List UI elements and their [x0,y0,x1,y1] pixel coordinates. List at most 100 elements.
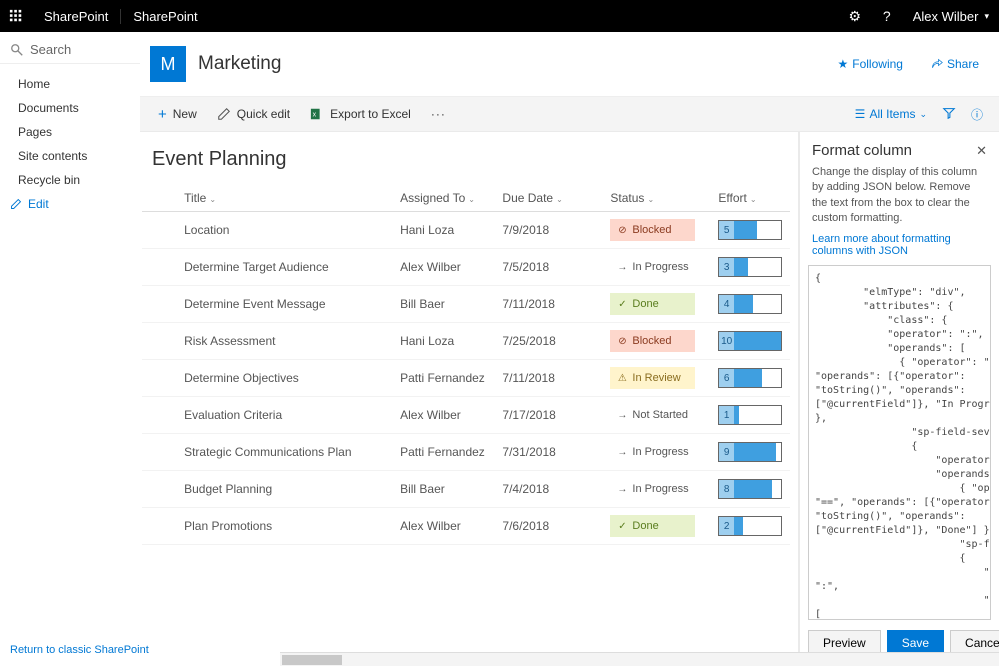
excel-icon: x [310,107,324,121]
site-logo[interactable]: M [150,46,186,82]
col-header-due[interactable]: Due Date⌄ [494,185,602,212]
filter-icon[interactable] [935,106,963,123]
status-icon: ✓ [616,299,628,310]
status-badge: →In Progress [610,256,695,278]
share-icon [931,58,943,70]
status-icon: → [616,447,628,458]
cell-title: Determine Objectives [176,360,392,397]
cell-due: 7/6/2018 [494,508,602,545]
search-placeholder: Search [30,42,71,57]
site-header: M Marketing ★ Following Share [140,32,999,96]
cell-due: 7/25/2018 [494,323,602,360]
status-badge: ✓Done [610,293,695,315]
chevron-down-icon: ▾ [984,11,989,22]
nav-home[interactable]: Home [0,72,140,96]
status-icon: ⚠ [616,373,628,384]
status-badge: →Not Started [610,404,695,426]
nav-documents[interactable]: Documents [0,96,140,120]
effort-bar: 9 [718,442,782,462]
left-nav: Search Home Documents Pages Site content… [0,32,140,666]
cell-title: Location [176,212,392,249]
search-box[interactable]: Search [0,36,140,64]
cell-due: 7/11/2018 [494,360,602,397]
table-row[interactable]: LocationHani Loza7/9/2018⊘Blocked5 [142,212,790,249]
scrollbar-thumb[interactable] [282,655,342,665]
help-icon[interactable]: ? [871,8,903,24]
table-row[interactable]: Strategic Communications PlanPatti Ferna… [142,434,790,471]
status-badge: ⊘Blocked [610,330,695,352]
effort-bar: 4 [718,294,782,314]
cell-title: Strategic Communications Plan [176,434,392,471]
chevron-down-icon: ⌄ [919,109,927,120]
gear-icon[interactable]: ⚙ [839,8,871,25]
app-name[interactable]: SharePoint [32,9,120,24]
cell-due: 7/31/2018 [494,434,602,471]
close-icon[interactable]: ✕ [976,143,987,159]
col-header-title[interactable]: Title⌄ [176,185,392,212]
cell-title: Risk Assessment [176,323,392,360]
cell-assigned: Patti Fernandez [392,434,494,471]
nav-list: Home Documents Pages Site contents Recyc… [0,64,140,224]
cell-assigned: Hani Loza [392,323,494,360]
info-icon[interactable]: ⓘ [963,106,991,123]
cell-title: Evaluation Criteria [176,397,392,434]
nav-site-contents[interactable]: Site contents [0,144,140,168]
plus-icon: + [158,106,167,123]
table-row[interactable]: Determine Target AudienceAlex Wilber7/5/… [142,249,790,286]
effort-bar: 3 [718,257,782,277]
quick-edit-button[interactable]: Quick edit [207,107,300,121]
table-header-row: Title⌄ Assigned To⌄ Due Date⌄ Status⌄ Ef… [142,185,790,212]
cell-assigned: Patti Fernandez [392,360,494,397]
more-button[interactable]: ··· [421,107,456,121]
cell-title: Plan Promotions [176,508,392,545]
table-row[interactable]: Budget PlanningBill Baer7/4/2018→In Prog… [142,471,790,508]
status-icon: ✓ [616,521,628,532]
nav-edit[interactable]: Edit [0,192,140,216]
table-row[interactable]: Risk AssessmentHani Loza7/25/2018 ⊘Blocke… [142,323,790,360]
cell-assigned: Alex Wilber [392,397,494,434]
table-row[interactable]: Plan PromotionsAlex Wilber7/6/2018✓Done2 [142,508,790,545]
cell-due: 7/11/2018 [494,286,602,323]
horizontal-scrollbar[interactable] [280,652,999,666]
export-excel-button[interactable]: x Export to Excel [300,107,421,121]
cell-due: 7/5/2018 [494,249,602,286]
status-badge: ⊘Blocked [610,219,695,241]
format-column-panel: Format column ✕ Change the display of th… [799,132,999,666]
effort-bar: 10 [718,331,782,351]
command-bar: + New Quick edit x Export to Excel ··· ☰… [140,96,999,132]
follow-button[interactable]: ★ Following [838,57,903,71]
effort-bar: 5 [718,220,782,240]
cell-assigned: Alex Wilber [392,249,494,286]
col-header-status[interactable]: Status⌄ [602,185,710,212]
status-badge: ⚠In Review [610,367,695,389]
col-header-assigned[interactable]: Assigned To⌄ [392,185,494,212]
status-badge: →In Progress [610,441,695,463]
panel-learn-more-link[interactable]: Learn more about formatting columns with… [800,233,999,265]
share-button[interactable]: Share [931,57,979,71]
svg-text:x: x [313,112,317,119]
app-launcher-icon[interactable] [0,0,32,32]
star-icon: ★ [838,57,849,71]
return-classic-link[interactable]: Return to classic SharePoint [10,644,149,656]
cell-due: 7/17/2018 [494,397,602,434]
nav-pages[interactable]: Pages [0,120,140,144]
table-row[interactable]: Determine Event MessageBill Baer7/11/201… [142,286,790,323]
new-button[interactable]: + New [148,106,207,123]
effort-bar: 8 [718,479,782,499]
effort-bar: 2 [718,516,782,536]
pencil-icon [10,198,22,210]
user-menu[interactable]: Alex Wilber ▾ [903,9,999,24]
cell-assigned: Bill Baer [392,286,494,323]
cell-title: Budget Planning [176,471,392,508]
table-row[interactable]: Evaluation CriteriaAlex Wilber7/17/2018 →… [142,397,790,434]
status-icon: → [616,410,628,421]
search-icon [10,43,24,57]
table-row[interactable]: Determine ObjectivesPatti Fernandez7/11/… [142,360,790,397]
col-header-effort[interactable]: Effort⌄ [710,185,790,212]
nav-recycle-bin[interactable]: Recycle bin [0,168,140,192]
json-editor[interactable] [808,265,991,620]
global-nav-bar: SharePoint SharePoint ⚙ ? Alex Wilber ▾ [0,0,999,32]
cell-assigned: Hani Loza [392,212,494,249]
view-selector[interactable]: ☰ All Items ⌄ [847,107,935,121]
suite-site-name[interactable]: SharePoint [120,9,209,24]
